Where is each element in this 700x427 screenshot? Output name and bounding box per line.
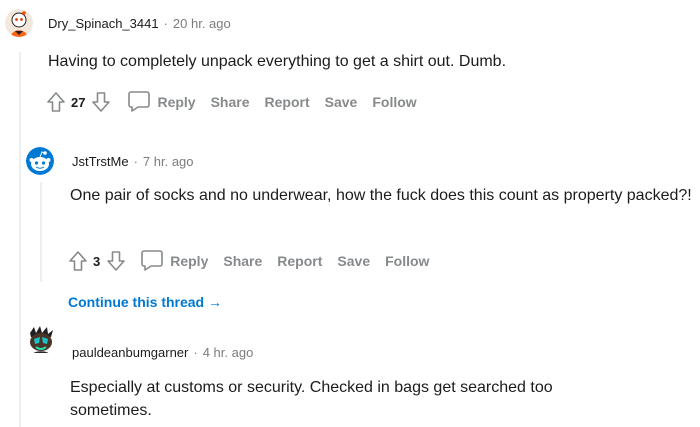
avatar[interactable] <box>26 325 54 353</box>
reply-button[interactable]: Reply <box>140 249 208 274</box>
comment-bubble-icon <box>140 249 170 274</box>
comment-meta: JstTrstMe · 7 hr. ago <box>72 154 194 169</box>
reply-label: Reply <box>157 94 196 110</box>
share-button[interactable]: Share <box>211 94 250 110</box>
timestamp[interactable]: 7 hr. ago <box>143 154 194 169</box>
snoo-avatar-teal-icon <box>26 325 54 353</box>
thread-line-root[interactable] <box>19 52 21 427</box>
save-button[interactable]: Save <box>325 94 358 110</box>
comment-bubble-icon <box>127 90 157 115</box>
save-button[interactable]: Save <box>337 253 370 269</box>
avatar[interactable] <box>5 9 33 37</box>
comment-body: Having to completely unpack everything t… <box>48 53 507 70</box>
downvote-icon[interactable] <box>106 250 126 272</box>
snoo-avatar-orange-icon <box>5 9 33 37</box>
timestamp[interactable]: 4 hr. ago <box>203 345 254 360</box>
meta-separator: · <box>193 345 198 360</box>
author-name[interactable]: JstTrstMe <box>72 154 129 169</box>
thread-line-child[interactable] <box>40 182 42 282</box>
upvote-icon[interactable] <box>46 91 66 113</box>
vote-controls: 27 <box>46 91 111 113</box>
meta-separator: · <box>133 154 138 169</box>
comment-actions: 3 Reply Share Report Save Follow <box>68 249 444 273</box>
vote-controls: 3 <box>68 250 126 272</box>
continue-thread-label: Continue this thread <box>68 294 205 310</box>
comment-meta: Dry_Spinach_3441 · 20 hr. ago <box>48 16 231 31</box>
comment-meta: pauldeanbumgarner · 4 hr. ago <box>72 345 253 360</box>
report-button[interactable]: Report <box>277 253 322 269</box>
continue-thread-link[interactable]: Continue this thread → <box>68 294 222 310</box>
timestamp[interactable]: 20 hr. ago <box>173 16 231 31</box>
author-name[interactable]: pauldeanbumgarner <box>72 345 188 360</box>
author-name[interactable]: Dry_Spinach_3441 <box>48 16 159 31</box>
report-button[interactable]: Report <box>265 94 310 110</box>
comment-body: One pair of socks and no underwear, how … <box>70 187 692 204</box>
snoo-avatar-blue-icon <box>26 147 54 175</box>
comment-actions: 27 Reply Share Report Save Follow <box>46 90 432 114</box>
reply-label: Reply <box>170 253 209 269</box>
reply-button[interactable]: Reply <box>127 90 196 115</box>
downvote-icon[interactable] <box>91 91 111 113</box>
avatar[interactable] <box>26 147 54 175</box>
upvote-icon[interactable] <box>68 250 88 272</box>
vote-score: 3 <box>93 253 101 269</box>
vote-score: 27 <box>71 94 86 110</box>
comment-body: Especially at customs or security. Check… <box>70 379 553 419</box>
follow-button[interactable]: Follow <box>385 253 429 269</box>
meta-separator: · <box>163 16 168 31</box>
follow-button[interactable]: Follow <box>372 94 416 110</box>
arrow-right-icon: → <box>208 294 223 310</box>
share-button[interactable]: Share <box>223 253 262 269</box>
